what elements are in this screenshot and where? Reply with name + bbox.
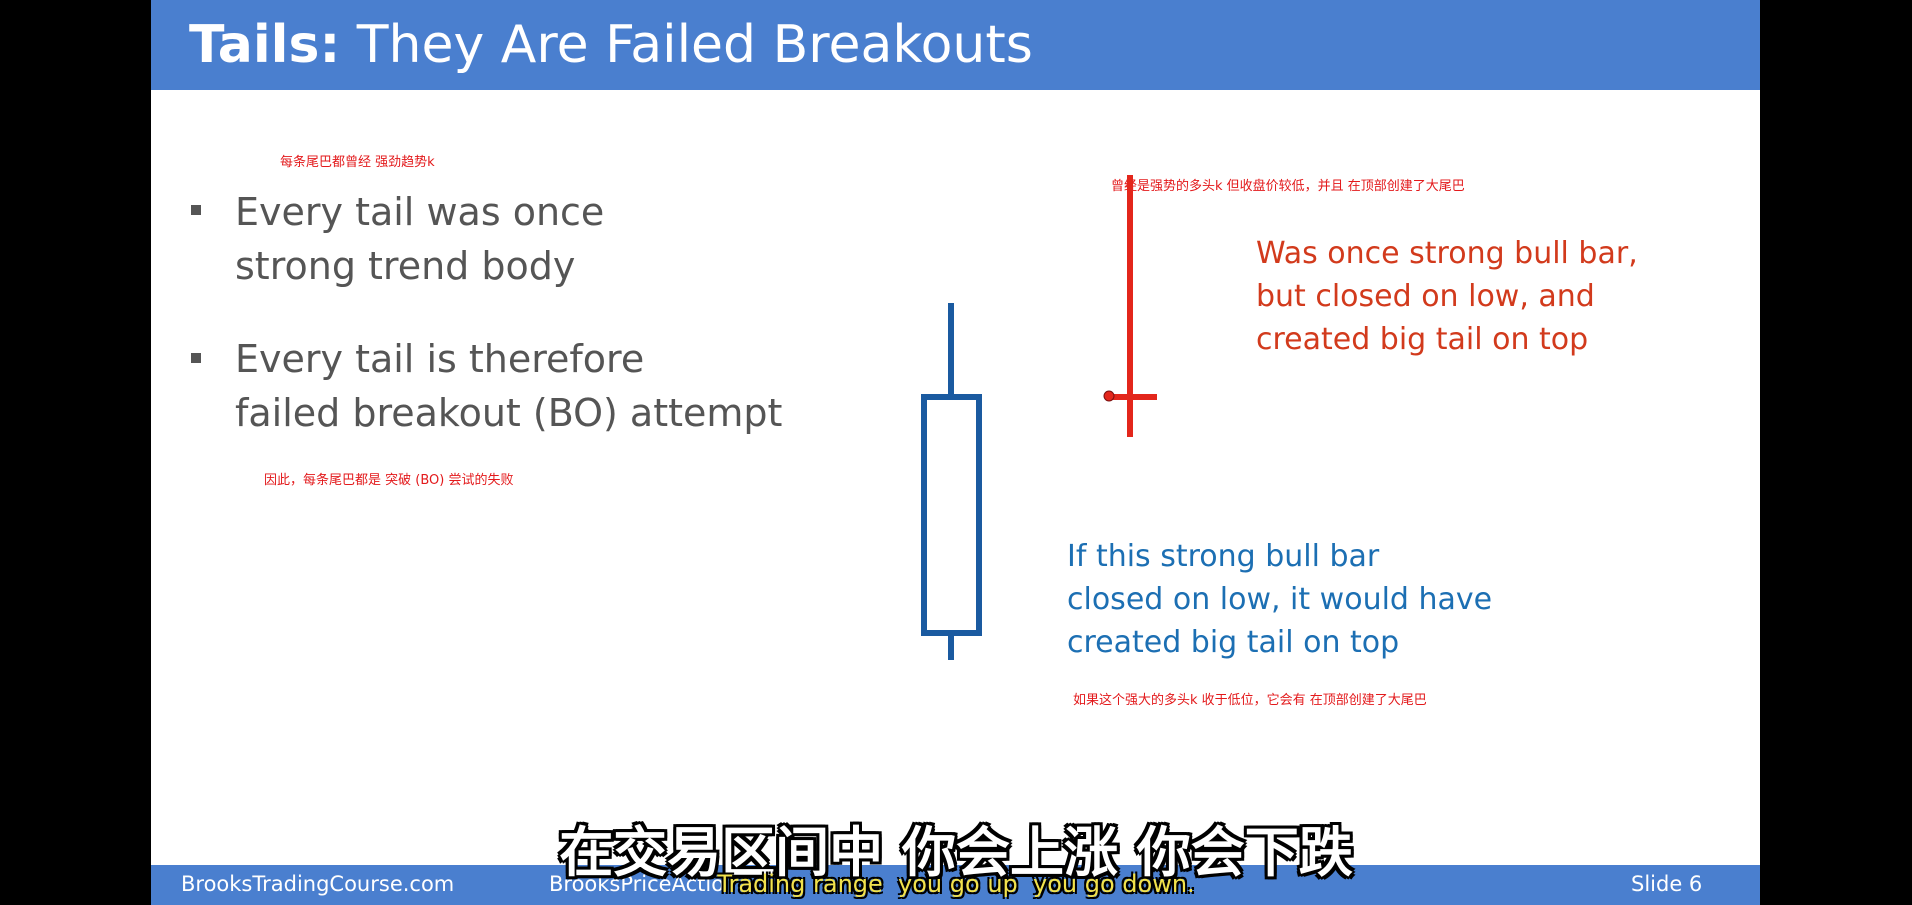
bull-bar-candle: [921, 303, 982, 660]
slide: Tails: They Are Failed Breakouts 每条尾巴都曾经…: [151, 0, 1760, 905]
bull-bar-body: [921, 394, 982, 636]
tail-bar-candle: [1103, 175, 1157, 437]
candlestick-diagram: [921, 175, 1157, 660]
cursor-dot-icon: [1103, 390, 1115, 402]
subtitle-english: Trading range you go up you go down.: [717, 870, 1195, 898]
